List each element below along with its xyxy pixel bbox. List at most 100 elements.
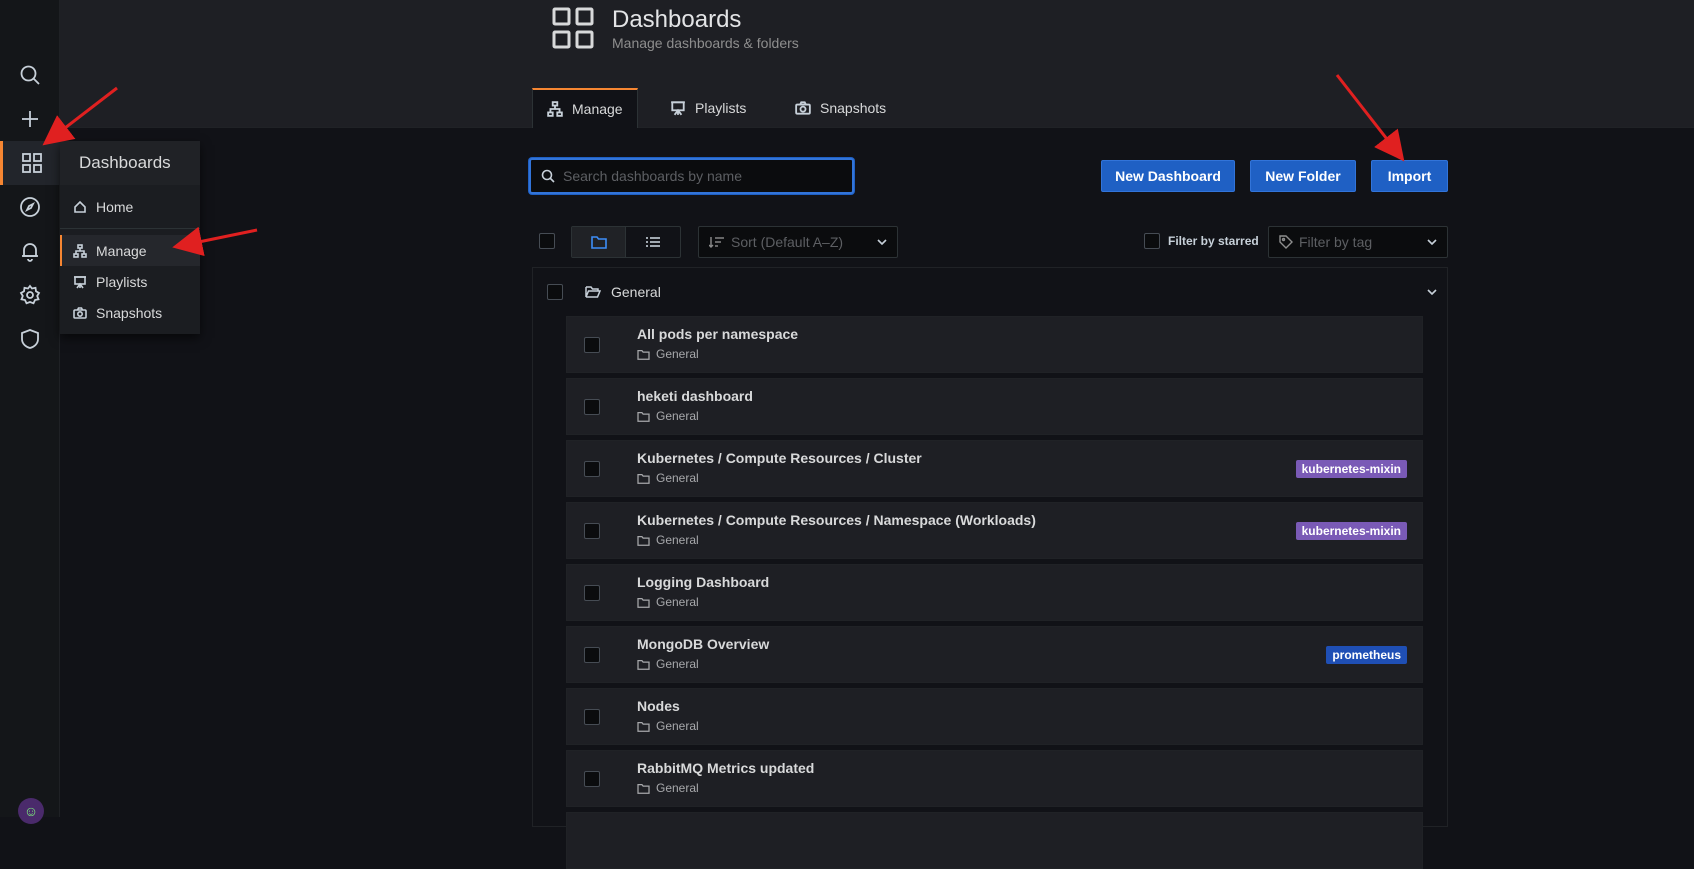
alerting-menu-item[interactable]	[0, 229, 60, 273]
row-checkbox[interactable]	[584, 337, 600, 353]
folder-icon	[637, 535, 650, 546]
dashboard-folder-label: General	[656, 719, 699, 733]
tag-filter-select[interactable]: Filter by tag	[1268, 226, 1448, 258]
dashboard-title[interactable]: heketi dashboard	[637, 388, 753, 404]
row-checkbox[interactable]	[584, 585, 600, 601]
folder-icon	[637, 411, 650, 422]
new-dashboard-button[interactable]: New Dashboard	[1101, 160, 1235, 192]
tag-badge[interactable]: kubernetes-mixin	[1295, 522, 1407, 540]
tag-icon	[1279, 235, 1293, 249]
row-checkbox[interactable]	[584, 523, 600, 539]
folder-icon	[637, 597, 650, 608]
dropdown-item-home[interactable]: Home	[60, 191, 200, 222]
row-checkbox[interactable]	[584, 647, 600, 663]
table-row[interactable]: Logging Dashboard General	[566, 564, 1423, 621]
chevron-down-icon[interactable]	[1427, 289, 1437, 295]
view-toggle	[571, 226, 681, 258]
tag-filter-label: Filter by tag	[1299, 234, 1373, 250]
tag-badge[interactable]: kubernetes-mixin	[1295, 460, 1407, 478]
dashboard-list: General All pods per namespace General h…	[532, 267, 1448, 869]
sitemap-icon	[547, 101, 563, 117]
row-checkbox[interactable]	[584, 771, 600, 787]
avatar[interactable]: ☺	[18, 798, 44, 824]
dashboard-folder-label: General	[656, 595, 699, 609]
table-row[interactable]: MongoDB Overview General prometheus	[566, 626, 1423, 683]
filter-starred-checkbox[interactable]	[1144, 233, 1160, 249]
row-checkbox[interactable]	[584, 709, 600, 725]
table-row[interactable]: Kubernetes / Compute Resources / Namespa…	[566, 502, 1423, 559]
folder-view-button[interactable]	[572, 227, 627, 257]
configuration-menu-item[interactable]	[0, 273, 60, 317]
sitemap-icon	[73, 243, 87, 258]
folder-icon	[637, 659, 650, 670]
dashboard-title[interactable]: MongoDB Overview	[637, 636, 769, 652]
search-icon	[20, 65, 40, 85]
create-menu-item[interactable]	[0, 97, 60, 141]
dashboards-icon	[21, 153, 42, 173]
search-icon	[541, 169, 555, 183]
presentation-icon	[671, 101, 685, 116]
dashboard-folder: General	[637, 595, 699, 609]
compass-icon	[20, 197, 40, 217]
explore-menu-item[interactable]	[0, 185, 60, 229]
table-row[interactable]: All pods per namespace General	[566, 316, 1423, 373]
dashboard-title[interactable]: All pods per namespace	[637, 326, 798, 342]
dashboards-menu-item[interactable]	[0, 141, 60, 185]
tab-snapshots[interactable]: Snapshots	[781, 88, 900, 128]
folder-icon	[637, 721, 650, 732]
folder-icon	[637, 349, 650, 360]
table-row[interactable]: RabbitMQ Metrics updated General	[566, 750, 1423, 807]
dashboard-title[interactable]: Kubernetes / Compute Resources / Cluster	[637, 450, 922, 466]
table-row[interactable]: heketi dashboard General	[566, 378, 1423, 435]
dashboard-folder-label: General	[656, 781, 699, 795]
import-button[interactable]: Import	[1371, 160, 1448, 192]
sort-select[interactable]: Sort (Default A–Z)	[698, 226, 898, 258]
folder-checkbox[interactable]	[547, 284, 563, 300]
filter-starred-label: Filter by starred	[1168, 234, 1259, 248]
dashboard-title[interactable]: Kubernetes / Compute Resources / Namespa…	[637, 512, 1036, 528]
tab-manage[interactable]: Manage	[532, 88, 638, 128]
dropdown-item-label: Home	[96, 198, 134, 215]
chevron-down-icon	[1427, 239, 1437, 245]
tab-playlists[interactable]: Playlists	[656, 88, 760, 128]
home-icon	[74, 200, 86, 213]
folder-name: General	[611, 284, 661, 300]
gear-icon	[19, 284, 41, 305]
table-row[interactable]: Kubernetes / Compute Resources / Cluster…	[566, 440, 1423, 497]
side-menu: ☺	[0, 0, 60, 824]
dropdown-title[interactable]: Dashboards	[60, 141, 200, 185]
dashboard-folder-label: General	[656, 471, 699, 485]
bell-icon	[22, 243, 38, 262]
row-checkbox[interactable]	[584, 461, 600, 477]
folder-row-general[interactable]: General	[547, 284, 1437, 300]
search-menu-item[interactable]	[0, 53, 60, 97]
dashboard-folder: General	[637, 471, 699, 485]
dropdown-item-snapshots[interactable]: Snapshots	[60, 297, 200, 328]
dashboard-title[interactable]: Logging Dashboard	[637, 574, 769, 590]
server-admin-menu-item[interactable]	[0, 317, 60, 361]
dashboard-folder: General	[637, 781, 699, 795]
list-view-button[interactable]	[626, 227, 680, 257]
dropdown-divider	[60, 228, 200, 229]
search-box	[529, 158, 854, 194]
table-row[interactable]	[566, 812, 1423, 869]
search-input[interactable]	[563, 168, 843, 184]
dashboard-title[interactable]: Nodes	[637, 698, 680, 714]
folder-open-icon	[585, 286, 601, 298]
dropdown-item-playlists[interactable]: Playlists	[60, 266, 200, 297]
filter-starred[interactable]: Filter by starred	[1144, 233, 1259, 249]
dashboard-folder: General	[637, 657, 699, 671]
dashboard-folder: General	[637, 719, 699, 733]
row-checkbox[interactable]	[584, 399, 600, 415]
table-row[interactable]: Nodes General	[566, 688, 1423, 745]
new-folder-button[interactable]: New Folder	[1250, 160, 1356, 192]
list-icon	[646, 237, 660, 247]
plus-icon	[22, 111, 38, 127]
select-all-checkbox[interactable]	[539, 233, 555, 249]
camera-icon	[795, 101, 811, 115]
sort-icon	[709, 237, 724, 248]
dashboard-title[interactable]: RabbitMQ Metrics updated	[637, 760, 814, 776]
dropdown-item-manage[interactable]: Manage	[60, 235, 200, 266]
dropdown-item-label: Manage	[96, 242, 147, 259]
tag-badge[interactable]: prometheus	[1326, 646, 1407, 664]
